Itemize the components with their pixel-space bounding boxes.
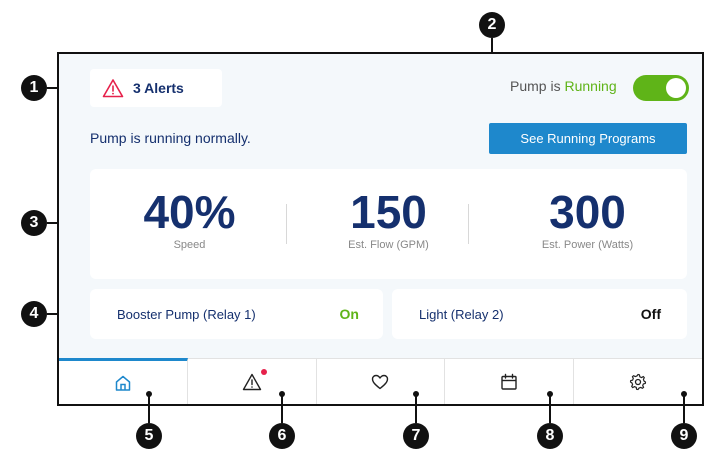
pump-status-prefix: Pump is [510, 78, 565, 94]
relay-name: Booster Pump (Relay 1) [117, 306, 256, 322]
callout-8: 8 [537, 423, 563, 449]
relay-2-card[interactable]: Light (Relay 2) Off [392, 289, 687, 339]
stat-value: 300 [549, 186, 626, 238]
alert-icon [242, 373, 261, 390]
callout-line-9 [683, 393, 685, 423]
callout-2: 2 [479, 12, 505, 38]
callout-9: 9 [671, 423, 697, 449]
relay-name: Light (Relay 2) [419, 306, 504, 322]
callout-dot-7 [413, 391, 419, 397]
stat-divider [468, 204, 469, 244]
relay-1-card[interactable]: Booster Pump (Relay 1) On [90, 289, 383, 339]
nav-alerts[interactable] [188, 359, 317, 404]
callout-dot-8 [547, 391, 553, 397]
stat-flow: 150 Est. Flow (GPM) [289, 169, 488, 279]
alerts-count-label: 3 Alerts [133, 80, 184, 96]
callout-line-5 [148, 393, 150, 423]
status-message: Pump is running normally. [90, 130, 251, 146]
stat-divider [286, 204, 287, 244]
stat-label: Speed [173, 239, 206, 251]
warning-triangle-icon [102, 79, 124, 98]
callout-dot-5 [146, 391, 152, 397]
stat-power: 300 Est. Power (Watts) [488, 169, 687, 279]
stat-label: Est. Power (Watts) [541, 239, 634, 251]
callout-7: 7 [403, 423, 429, 449]
pump-toggle-knob [666, 78, 686, 98]
pump-controller-screen: 3 Alerts Pump is Running Pump is running… [57, 52, 704, 406]
pump-status-text: Pump is Running [510, 78, 617, 94]
nav-favorites[interactable] [317, 359, 446, 404]
stat-label: Est. Flow (GPM) [348, 239, 429, 251]
stat-value: 150 [350, 186, 427, 238]
home-icon [115, 375, 131, 391]
callout-5: 5 [136, 423, 162, 449]
pump-toggle[interactable] [633, 75, 689, 101]
alert-badge-dot [260, 369, 267, 375]
nav-home[interactable] [59, 358, 188, 404]
gear-icon [629, 373, 647, 390]
callout-line-8 [549, 393, 551, 423]
stat-speed: 40% Speed [90, 169, 289, 279]
see-running-programs-button[interactable]: See Running Programs [489, 123, 687, 154]
alerts-button[interactable]: 3 Alerts [90, 69, 222, 107]
callout-line-6 [281, 393, 283, 423]
callout-6: 6 [269, 423, 295, 449]
relay-state: On [339, 306, 359, 322]
stat-value: 40% [143, 186, 236, 238]
callout-line-7 [415, 393, 417, 423]
nav-schedule[interactable] [445, 359, 575, 404]
relay-state: Off [640, 306, 661, 322]
callout-dot-9 [681, 391, 687, 397]
callout-1: 1 [21, 75, 47, 101]
pump-status-value: Running [564, 78, 617, 94]
callout-dot-6 [279, 391, 285, 397]
bottom-nav [59, 358, 702, 404]
callout-4: 4 [21, 301, 47, 327]
callout-3: 3 [21, 210, 47, 236]
stats-panel: 40% Speed 150 Est. Flow (GPM) 300 Est. P… [90, 169, 687, 279]
heart-icon [372, 374, 389, 389]
calendar-icon [501, 373, 517, 390]
